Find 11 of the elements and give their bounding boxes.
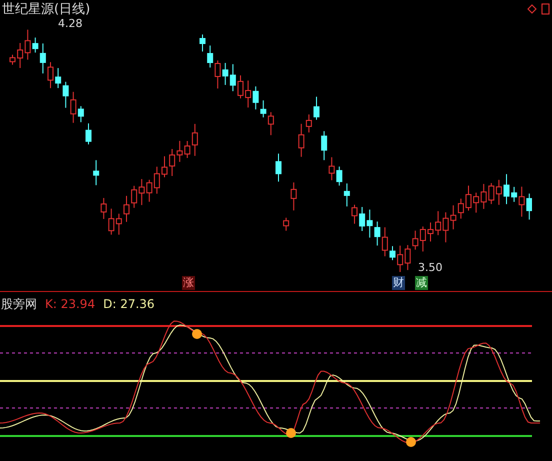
low-price-label: 3.50: [418, 260, 442, 276]
panel-icon[interactable]: [541, 3, 550, 15]
signal-label: 财: [392, 276, 405, 290]
d-value: D: 27.36: [103, 296, 155, 313]
signal-label: 减: [415, 276, 428, 290]
diamond-icon[interactable]: [527, 4, 537, 14]
high-price-label: 4.28: [58, 16, 82, 32]
signal-label: 涨: [182, 276, 195, 290]
k-value: K: 23.94: [45, 296, 96, 313]
indicator-name: 股旁网: [1, 296, 37, 313]
chart-title: 世纪星源(日线): [2, 1, 90, 18]
